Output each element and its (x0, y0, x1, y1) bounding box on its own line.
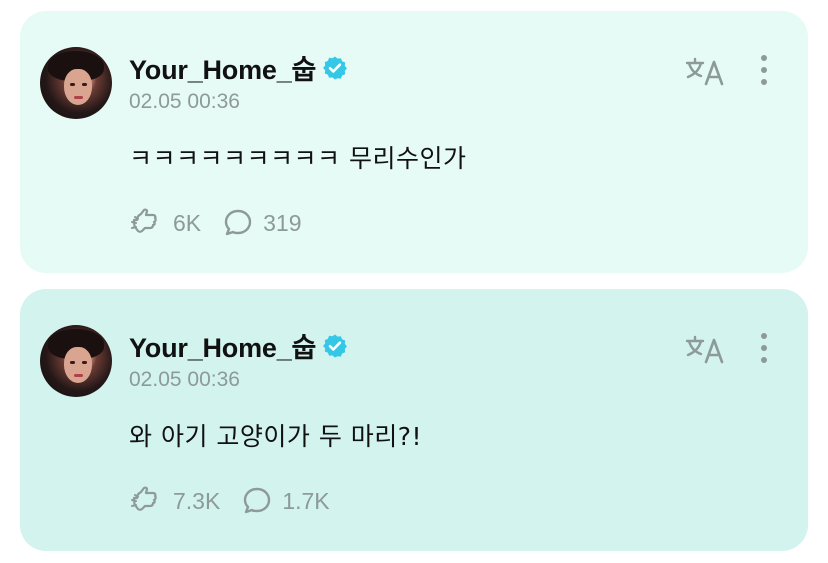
post-timestamp: 02.05 00:36 (129, 368, 240, 391)
username[interactable]: Your_Home_숩 (129, 48, 316, 87)
avatar-face (64, 347, 92, 383)
translate-icon[interactable] (684, 334, 728, 364)
comment-stat[interactable]: 319 (223, 208, 302, 238)
post-message: ㅋㅋㅋㅋㅋㅋㅋㅋㅋ 무리수인가 (129, 144, 467, 173)
comment-bubble-icon (244, 487, 271, 514)
reaction-stat[interactable]: 6K (129, 208, 201, 238)
author-row: Your_Home_숩 (129, 48, 348, 87)
comment-bubble-icon (224, 209, 252, 236)
post-timestamp: 02.05 00:36 (129, 90, 240, 113)
reaction-count: 7.3K (173, 487, 221, 514)
avatar-eye (70, 361, 75, 364)
verified-badge-icon (323, 56, 348, 79)
verified-badge-icon (323, 334, 348, 357)
avatar[interactable] (40, 325, 112, 397)
username[interactable]: Your_Home_숩 (129, 326, 316, 365)
comment-count: 319 (263, 209, 302, 236)
avatar-lip (74, 96, 83, 99)
avatar[interactable] (40, 47, 112, 119)
post-card[interactable]: Your_Home_숩 02.05 00:36 와 아기 고양이가 두 마리?!… (20, 289, 808, 551)
more-options-icon[interactable] (760, 333, 768, 367)
translate-icon[interactable] (684, 56, 728, 86)
reaction-hand-icon (131, 208, 157, 233)
more-options-icon[interactable] (760, 55, 768, 89)
post-message: 와 아기 고양이가 두 마리?! (129, 422, 423, 451)
avatar-face (64, 69, 92, 105)
comment-stat[interactable]: 1.7K (242, 486, 330, 516)
reaction-hand-icon (131, 486, 157, 511)
post-card[interactable]: Your_Home_숩 02.05 00:36 ㅋㅋㅋㅋㅋㅋㅋㅋㅋ 무리수인가 … (20, 11, 808, 273)
avatar-eye (82, 83, 87, 86)
post-stats: 6K 319 (129, 208, 324, 238)
avatar-lip (74, 374, 83, 377)
reaction-stat[interactable]: 7.3K (129, 486, 220, 516)
avatar-eye (82, 361, 87, 364)
reaction-count: 6K (173, 209, 202, 236)
post-feed: Your_Home_숩 02.05 00:36 ㅋㅋㅋㅋㅋㅋㅋㅋㅋ 무리수인가 … (0, 0, 828, 563)
post-stats: 7.3K 1.7K (129, 486, 352, 516)
comment-count: 1.7K (282, 487, 330, 514)
author-row: Your_Home_숩 (129, 326, 348, 365)
avatar-eye (70, 83, 75, 86)
